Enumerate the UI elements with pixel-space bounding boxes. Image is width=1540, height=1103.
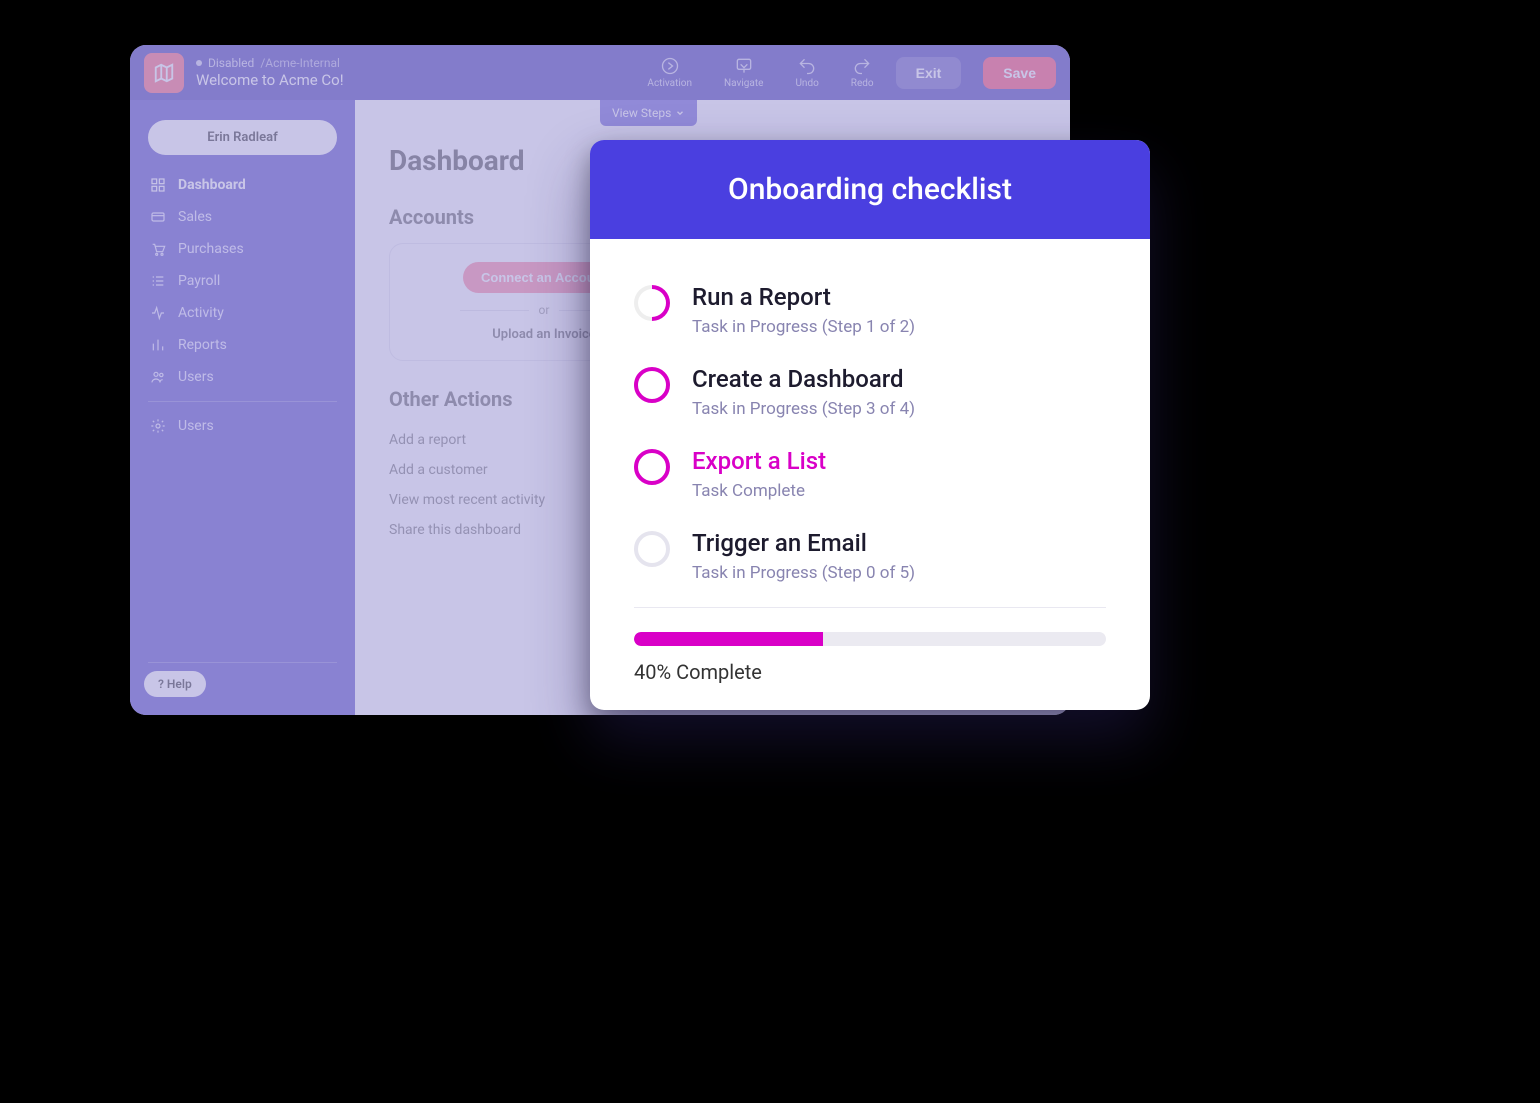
checklist-divider bbox=[634, 607, 1106, 608]
sidebar-item-label: Sales bbox=[178, 209, 212, 225]
sidebar-item-payroll[interactable]: Payroll bbox=[130, 265, 355, 297]
sidebar-item-label: Purchases bbox=[178, 241, 244, 257]
navigate-icon bbox=[734, 56, 754, 76]
users-icon bbox=[150, 369, 166, 385]
checklist-item-subtitle: Task in Progress (Step 1 of 2) bbox=[692, 317, 915, 337]
arrow-circle-icon bbox=[660, 56, 680, 76]
onboarding-checklist-card: Onboarding checklist Run a Report Task i… bbox=[590, 140, 1150, 710]
sidebar: Erin Radleaf Dashboard Sales Purchases P… bbox=[130, 100, 355, 715]
progress-label: 40% Complete bbox=[634, 660, 1106, 684]
checklist-item-subtitle: Task Complete bbox=[692, 481, 826, 501]
activation-tool[interactable]: Activation bbox=[637, 56, 702, 89]
user-pill[interactable]: Erin Radleaf bbox=[148, 120, 337, 155]
app-logo bbox=[144, 53, 184, 93]
sidebar-item-label: Reports bbox=[178, 337, 227, 353]
sidebar-item-users[interactable]: Users bbox=[130, 361, 355, 393]
checklist-item[interactable]: Create a Dashboard Task in Progress (Ste… bbox=[634, 351, 1106, 433]
sidebar-item-settings[interactable]: Users bbox=[130, 410, 355, 442]
checklist-item[interactable]: Trigger an Email Task in Progress (Step … bbox=[634, 515, 1106, 597]
status-label: Disabled bbox=[208, 56, 254, 70]
progress-bar bbox=[634, 632, 1106, 646]
progress-circle-icon bbox=[634, 367, 670, 403]
sidebar-item-dashboard[interactable]: Dashboard bbox=[130, 169, 355, 201]
checklist-item-subtitle: Task in Progress (Step 0 of 5) bbox=[692, 563, 915, 583]
progress-circle-icon bbox=[634, 531, 670, 567]
gear-icon bbox=[150, 418, 166, 434]
path-label: /Acme-Internal bbox=[260, 56, 340, 70]
header-title-block: Disabled /Acme-Internal Welcome to Acme … bbox=[196, 56, 344, 88]
checklist-item[interactable]: Run a Report Task in Progress (Step 1 of… bbox=[634, 269, 1106, 351]
chevron-down-icon bbox=[675, 108, 685, 118]
sidebar-item-sales[interactable]: Sales bbox=[130, 201, 355, 233]
card-icon bbox=[150, 209, 166, 225]
checklist-item-subtitle: Task in Progress (Step 3 of 4) bbox=[692, 399, 915, 419]
grid-icon bbox=[150, 177, 166, 193]
sidebar-divider bbox=[148, 401, 337, 402]
checklist-title: Onboarding checklist bbox=[590, 140, 1150, 239]
progress-circle-icon bbox=[634, 449, 670, 485]
sidebar-divider bbox=[148, 662, 337, 663]
checklist-item[interactable]: Export a List Task Complete bbox=[634, 433, 1106, 515]
checklist-item-title: Export a List bbox=[692, 447, 826, 475]
sidebar-item-purchases[interactable]: Purchases bbox=[130, 233, 355, 265]
undo-icon bbox=[797, 56, 817, 76]
map-icon bbox=[153, 62, 175, 84]
sidebar-item-label: Payroll bbox=[178, 273, 220, 289]
activity-icon bbox=[150, 305, 166, 321]
chart-icon bbox=[150, 337, 166, 353]
view-steps-tab[interactable]: View Steps bbox=[600, 100, 697, 126]
checklist-item-title: Trigger an Email bbox=[692, 529, 915, 557]
cart-icon bbox=[150, 241, 166, 257]
redo-tool[interactable]: Redo bbox=[841, 56, 884, 89]
save-button[interactable]: Save bbox=[983, 57, 1056, 89]
progress-circle-icon bbox=[634, 285, 670, 321]
navigate-tool[interactable]: Navigate bbox=[714, 56, 773, 89]
status-dot-icon bbox=[196, 60, 202, 66]
list-icon bbox=[150, 273, 166, 289]
header-status: Disabled /Acme-Internal bbox=[196, 56, 344, 70]
sidebar-item-label: Users bbox=[178, 418, 214, 434]
sidebar-item-label: Dashboard bbox=[178, 177, 246, 193]
redo-icon bbox=[852, 56, 872, 76]
app-header: Disabled /Acme-Internal Welcome to Acme … bbox=[130, 45, 1070, 100]
exit-button[interactable]: Exit bbox=[896, 57, 962, 89]
sidebar-item-label: Activity bbox=[178, 305, 224, 321]
upload-invoice-link[interactable]: Upload an Invoice bbox=[492, 327, 596, 342]
undo-tool[interactable]: Undo bbox=[785, 56, 828, 89]
progress-bar-fill bbox=[634, 632, 823, 646]
sidebar-item-activity[interactable]: Activity bbox=[130, 297, 355, 329]
checklist-item-title: Run a Report bbox=[692, 283, 915, 311]
help-button[interactable]: ? Help bbox=[144, 671, 206, 697]
checklist-item-title: Create a Dashboard bbox=[692, 365, 915, 393]
sidebar-item-label: Users bbox=[178, 369, 214, 385]
sidebar-item-reports[interactable]: Reports bbox=[130, 329, 355, 361]
welcome-text: Welcome to Acme Co! bbox=[196, 71, 344, 89]
